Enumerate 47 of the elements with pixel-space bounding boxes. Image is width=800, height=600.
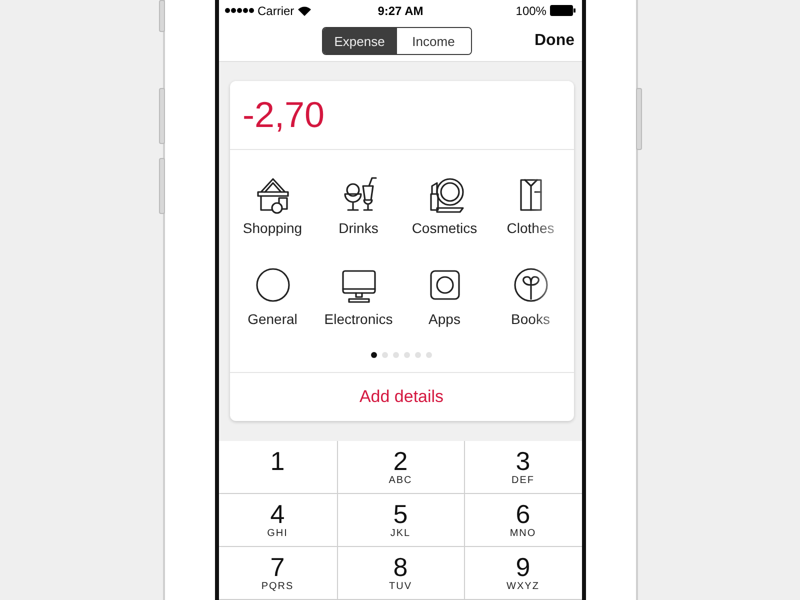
category-button[interactable]: General	[230, 265, 316, 342]
keypad-key[interactable]: 1	[218, 441, 338, 494]
key-letters: PQRS	[261, 581, 294, 592]
segment-tab[interactable]: Expense	[322, 28, 396, 54]
page-dot[interactable]	[382, 352, 388, 358]
key-digit: 1	[270, 447, 285, 475]
category-button[interactable]: Apps	[402, 265, 488, 342]
add-details-button[interactable]: Add details	[230, 372, 574, 421]
status-time: 9:27 AM	[378, 4, 424, 18]
keypad-key[interactable]: 4 GHI	[218, 494, 338, 547]
category-button[interactable]: Books	[488, 265, 574, 342]
page-dot[interactable]	[415, 352, 421, 358]
page-dot[interactable]	[371, 352, 377, 358]
key-letters: WXYZ	[506, 581, 540, 592]
keypad-key[interactable]: 5 JKL	[338, 494, 464, 547]
keypad-key[interactable]: 7 PQRS	[218, 547, 338, 600]
key-letters: ABC	[388, 475, 412, 486]
page-dot[interactable]	[404, 352, 410, 358]
category-button[interactable]: Electronics	[316, 265, 402, 342]
key-letters: GHI	[267, 528, 288, 539]
key-letters: TUV	[389, 581, 412, 592]
key-digit: 8	[393, 553, 408, 581]
key-letters: DEF	[512, 475, 534, 486]
key-digit: 3	[516, 447, 530, 475]
key-letters: JKL	[390, 528, 411, 539]
keypad-key[interactable]: 8 TUV	[338, 547, 464, 600]
page-dot[interactable]	[393, 352, 399, 358]
key-digit: 2	[393, 447, 408, 475]
done-button[interactable]: Done	[534, 32, 574, 50]
signal-icon	[224, 8, 254, 14]
key-digit: 7	[270, 553, 285, 581]
category-button[interactable]: Clothes	[488, 174, 574, 251]
key-digit: 4	[270, 500, 285, 528]
key-digit: 5	[393, 500, 408, 528]
category-button[interactable]: Drinks	[316, 174, 402, 251]
key-digit: 9	[516, 553, 530, 581]
key-digit: 6	[516, 500, 530, 528]
carrier-name: Carrier	[258, 4, 294, 18]
battery-percent: 100%	[516, 4, 546, 18]
page-dot[interactable]	[426, 352, 432, 358]
key-letters: MNO	[510, 528, 536, 539]
battery-icon	[550, 5, 576, 16]
amount-value: -2,70	[230, 81, 574, 150]
category-button[interactable]: Shopping	[230, 174, 316, 251]
keypad-key[interactable]: 2 ABC	[338, 441, 464, 494]
category-button[interactable]: Cosmetics	[402, 174, 488, 251]
wifi-icon	[298, 6, 312, 16]
